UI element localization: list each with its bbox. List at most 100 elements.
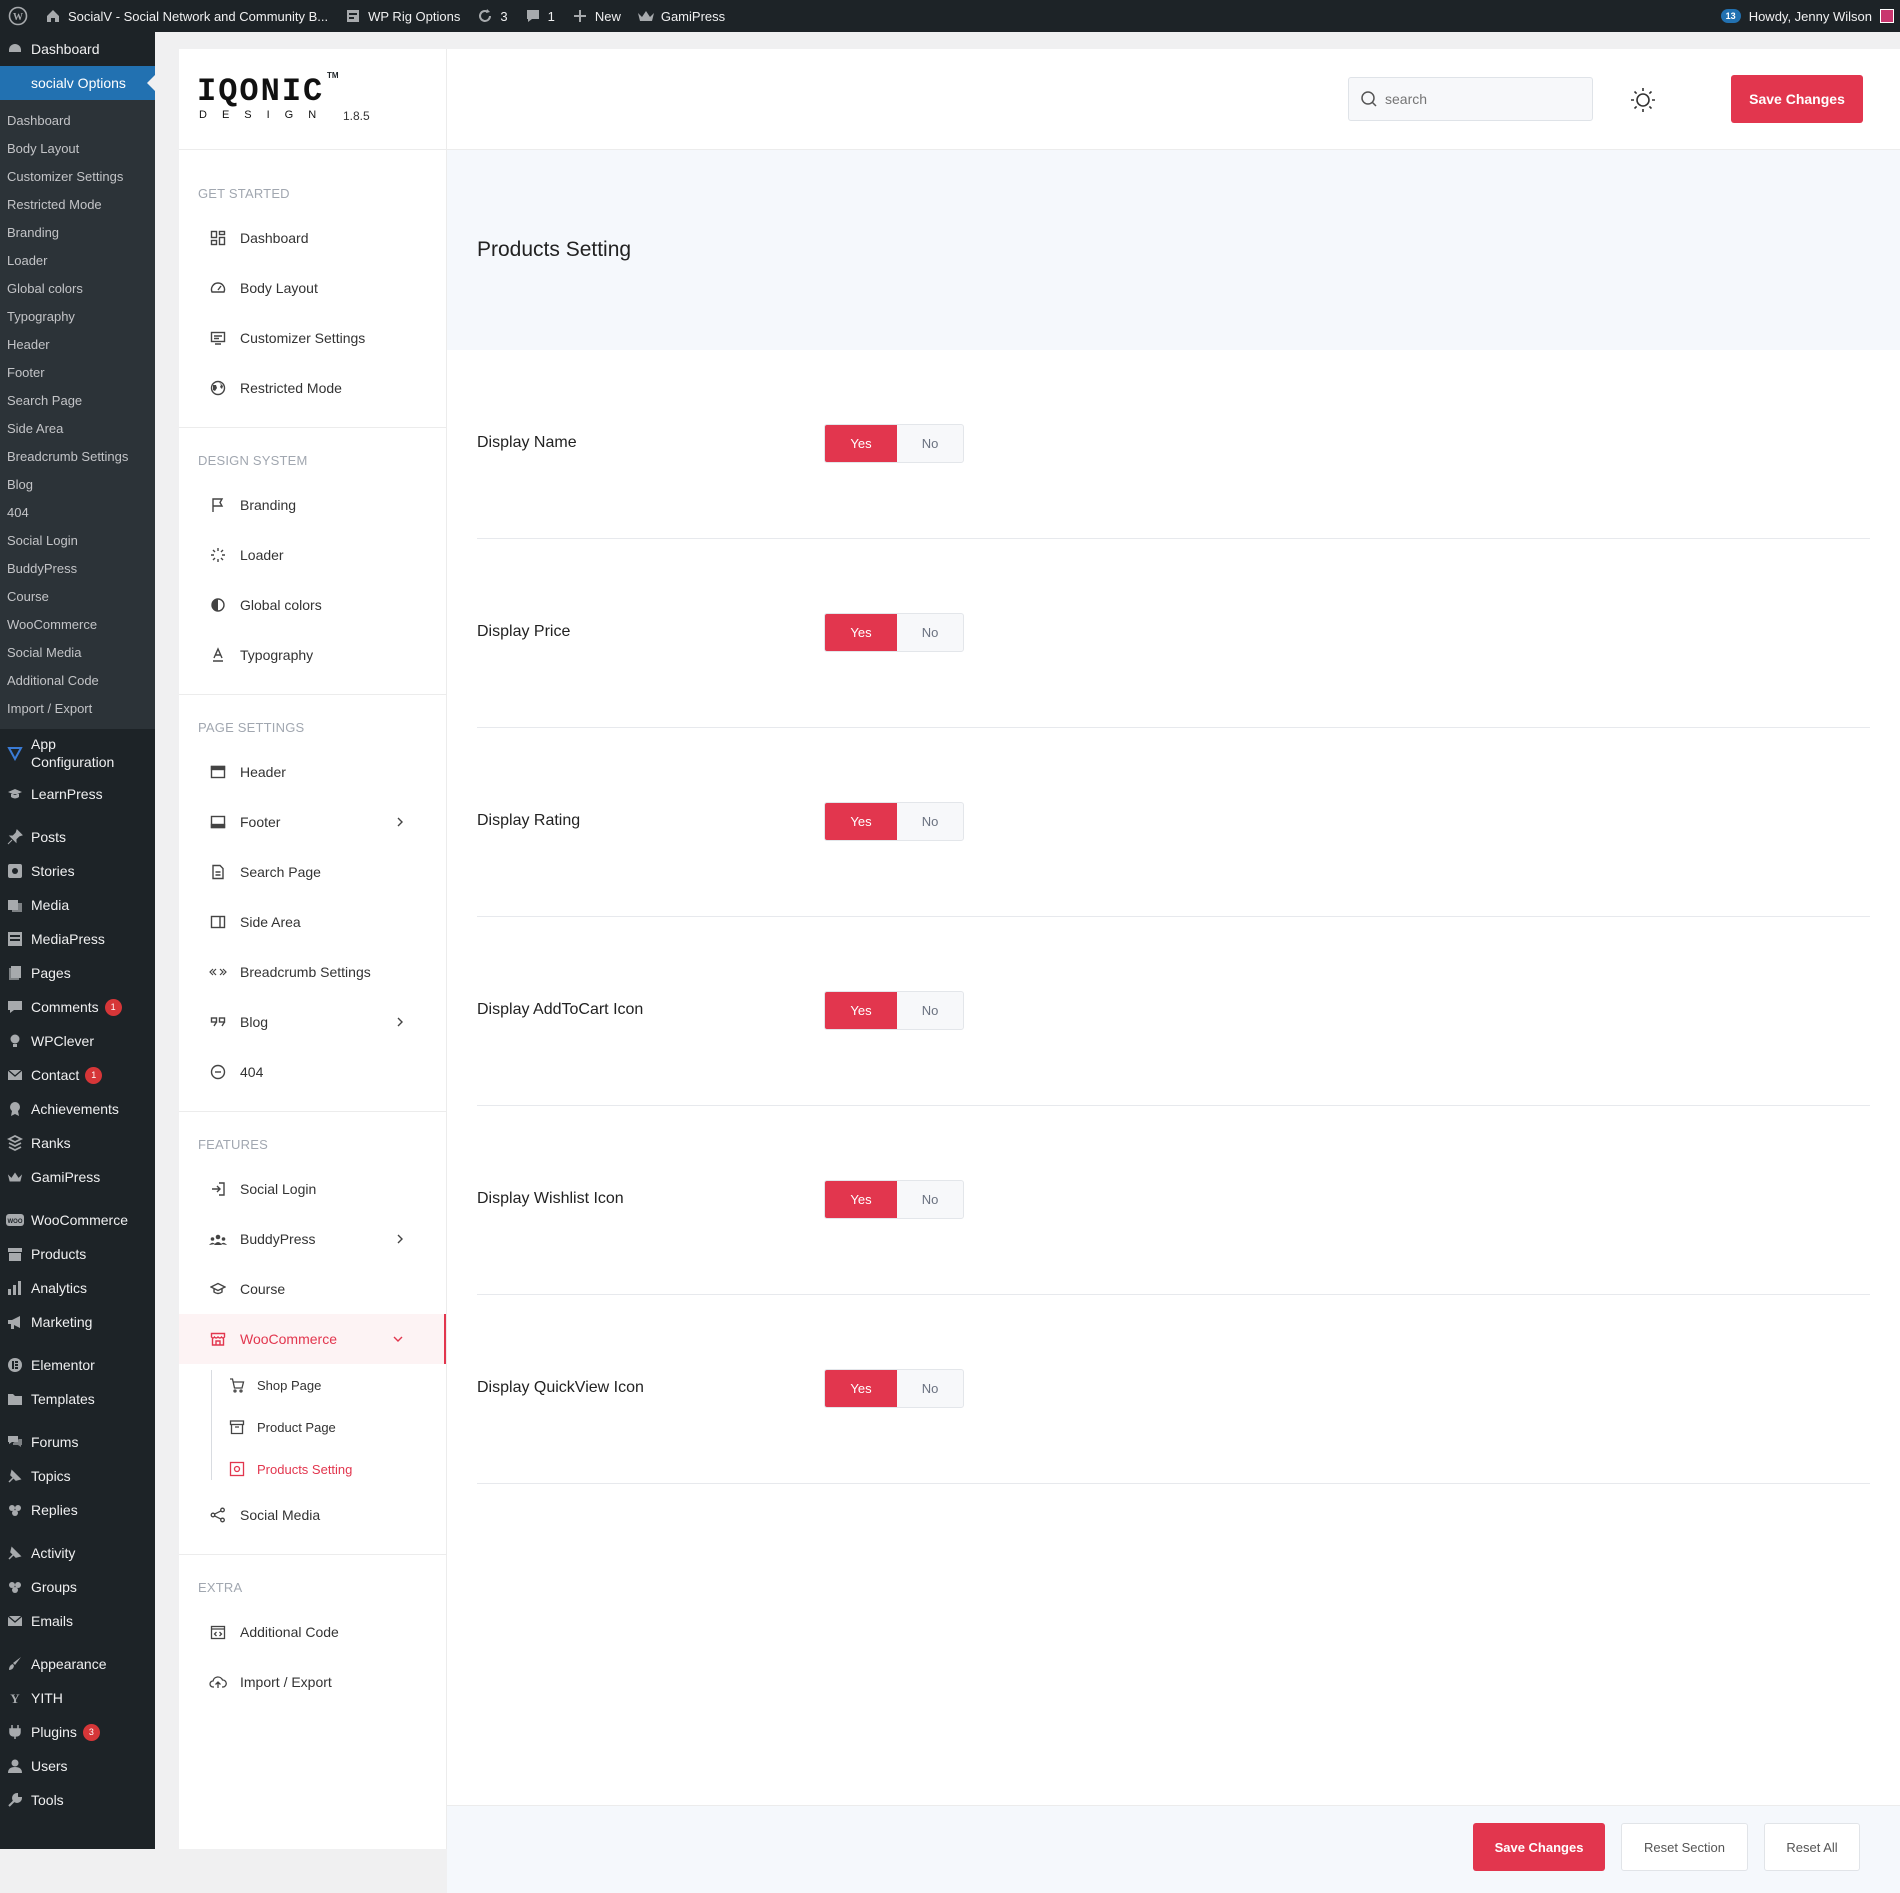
menu-learnpress[interactable]: LearnPress	[0, 777, 155, 811]
nav-restricted-mode[interactable]: Restricted Mode	[179, 363, 446, 413]
menu-achievements[interactable]: Achievements	[0, 1092, 155, 1126]
menu-ranks[interactable]: Ranks	[0, 1126, 155, 1160]
menu-elementor[interactable]: Elementor	[0, 1348, 155, 1382]
menu-products[interactable]: Products	[0, 1237, 155, 1271]
howdy-user[interactable]: Howdy, Jenny Wilson	[1749, 9, 1872, 24]
submenu-item[interactable]: Footer	[0, 359, 155, 387]
menu-activity[interactable]: Activity	[0, 1536, 155, 1570]
menu-wpclever[interactable]: WPClever	[0, 1024, 155, 1058]
updates-link[interactable]: 3	[468, 0, 515, 32]
submenu-item[interactable]: Breadcrumb Settings	[0, 443, 155, 471]
submenu-item[interactable]: Global colors	[0, 275, 155, 303]
toggle-no-button[interactable]: No	[897, 425, 963, 462]
submenu-item[interactable]: WooCommerce	[0, 611, 155, 639]
submenu-item[interactable]: Search Page	[0, 387, 155, 415]
submenu-item[interactable]: Import / Export	[0, 695, 155, 723]
toggle-no-button[interactable]: No	[897, 803, 963, 840]
submenu-item[interactable]: Branding	[0, 219, 155, 247]
toggle-no-button[interactable]: No	[897, 992, 963, 1029]
menu-contact[interactable]: Contact 1	[0, 1058, 155, 1092]
menu-emails[interactable]: Emails	[0, 1604, 155, 1638]
menu-plugins[interactable]: Plugins 3	[0, 1715, 155, 1749]
menu-groups[interactable]: Groups	[0, 1570, 155, 1604]
nav-typography[interactable]: Typography	[179, 630, 446, 680]
wordpress-logo-icon[interactable]: W	[0, 0, 36, 32]
toggle-yes-button[interactable]: Yes	[825, 1181, 897, 1218]
menu-mediapress[interactable]: MediaPress	[0, 922, 155, 956]
submenu-item[interactable]: Social Media	[0, 639, 155, 667]
nav-body-layout[interactable]: Body Layout	[179, 263, 446, 313]
gamipress-link[interactable]: GamiPress	[629, 0, 733, 32]
submenu-item[interactable]: BuddyPress	[0, 555, 155, 583]
menu-app-configuration[interactable]: App Configuration	[0, 729, 155, 777]
nav-dashboard[interactable]: Dashboard	[179, 213, 446, 263]
nav-import-export[interactable]: Import / Export	[179, 1657, 446, 1707]
nav-woocommerce[interactable]: WooCommerce	[179, 1314, 446, 1364]
nav-course[interactable]: Course	[179, 1264, 446, 1314]
avatar[interactable]	[1880, 9, 1894, 23]
submenu-item[interactable]: Typography	[0, 303, 155, 331]
submenu-item[interactable]: Customizer Settings	[0, 163, 155, 191]
menu-marketing[interactable]: Marketing	[0, 1305, 155, 1339]
menu-yith[interactable]: Y YITH	[0, 1681, 155, 1715]
reset-section-button[interactable]: Reset Section	[1621, 1823, 1748, 1871]
menu-users[interactable]: Users	[0, 1749, 155, 1783]
menu-dashboard[interactable]: Dashboard	[0, 32, 155, 66]
menu-appearance[interactable]: Appearance	[0, 1647, 155, 1681]
menu-tools[interactable]: Tools	[0, 1783, 155, 1817]
nav-shop-page[interactable]: Shop Page	[179, 1364, 446, 1406]
reset-all-button[interactable]: Reset All	[1764, 1823, 1860, 1871]
nav-header[interactable]: Header	[179, 747, 446, 797]
toggle-yes-button[interactable]: Yes	[825, 1370, 897, 1407]
submenu-item[interactable]: Loader	[0, 247, 155, 275]
nav-social-login[interactable]: Social Login	[179, 1164, 446, 1214]
nav-buddypress[interactable]: BuddyPress	[179, 1214, 446, 1264]
menu-stories[interactable]: Stories	[0, 854, 155, 888]
menu-posts[interactable]: Posts	[0, 820, 155, 854]
save-changes-button[interactable]: Save Changes	[1473, 1823, 1605, 1871]
save-changes-button[interactable]: Save Changes	[1731, 75, 1863, 123]
nav-social-media[interactable]: Social Media	[179, 1490, 446, 1540]
menu-pages[interactable]: Pages	[0, 956, 155, 990]
menu-comments[interactable]: Comments 1	[0, 990, 155, 1024]
menu-forums[interactable]: Forums	[0, 1425, 155, 1459]
wp-rig-options-link[interactable]: WP Rig Options	[336, 0, 468, 32]
menu-media[interactable]: Media	[0, 888, 155, 922]
toggle-yes-button[interactable]: Yes	[825, 803, 897, 840]
submenu-item[interactable]: Restricted Mode	[0, 191, 155, 219]
site-name-link[interactable]: SocialV - Social Network and Community B…	[36, 0, 336, 32]
toggle-yes-button[interactable]: Yes	[825, 992, 897, 1029]
new-content-link[interactable]: New	[563, 0, 629, 32]
sun-icon[interactable]	[1630, 87, 1656, 113]
notification-count[interactable]: 13	[1720, 9, 1741, 23]
menu-replies[interactable]: Replies	[0, 1493, 155, 1527]
menu-analytics[interactable]: Analytics	[0, 1271, 155, 1305]
nav-products-setting[interactable]: Products Setting	[179, 1448, 446, 1490]
menu-gamipress[interactable]: GamiPress	[0, 1160, 155, 1194]
toggle-no-button[interactable]: No	[897, 1370, 963, 1407]
nav-additional-code[interactable]: Additional Code	[179, 1607, 446, 1657]
submenu-item[interactable]: Blog	[0, 471, 155, 499]
nav-global-colors[interactable]: Global colors	[179, 580, 446, 630]
submenu-item[interactable]: Social Login	[0, 527, 155, 555]
nav-side-area[interactable]: Side Area	[179, 897, 446, 947]
toggle-no-button[interactable]: No	[897, 614, 963, 651]
menu-templates[interactable]: Templates	[0, 1382, 155, 1416]
nav-customizer-settings[interactable]: Customizer Settings	[179, 313, 446, 363]
submenu-item[interactable]: Course	[0, 583, 155, 611]
nav-product-page[interactable]: Product Page	[179, 1406, 446, 1448]
nav-blog[interactable]: Blog	[179, 997, 446, 1047]
comments-link[interactable]: 1	[516, 0, 563, 32]
menu-socialv-options[interactable]: socialv Options	[0, 66, 155, 100]
menu-topics[interactable]: Topics	[0, 1459, 155, 1493]
nav-404[interactable]: 404	[179, 1047, 446, 1097]
submenu-item[interactable]: Additional Code	[0, 667, 155, 695]
search-input[interactable]	[1348, 77, 1593, 121]
nav-breadcrumb-settings[interactable]: Breadcrumb Settings	[179, 947, 446, 997]
toggle-yes-button[interactable]: Yes	[825, 614, 897, 651]
nav-loader[interactable]: Loader	[179, 530, 446, 580]
nav-footer[interactable]: Footer	[179, 797, 446, 847]
submenu-item[interactable]: Body Layout	[0, 135, 155, 163]
submenu-item[interactable]: 404	[0, 499, 155, 527]
nav-branding[interactable]: Branding	[179, 480, 446, 530]
